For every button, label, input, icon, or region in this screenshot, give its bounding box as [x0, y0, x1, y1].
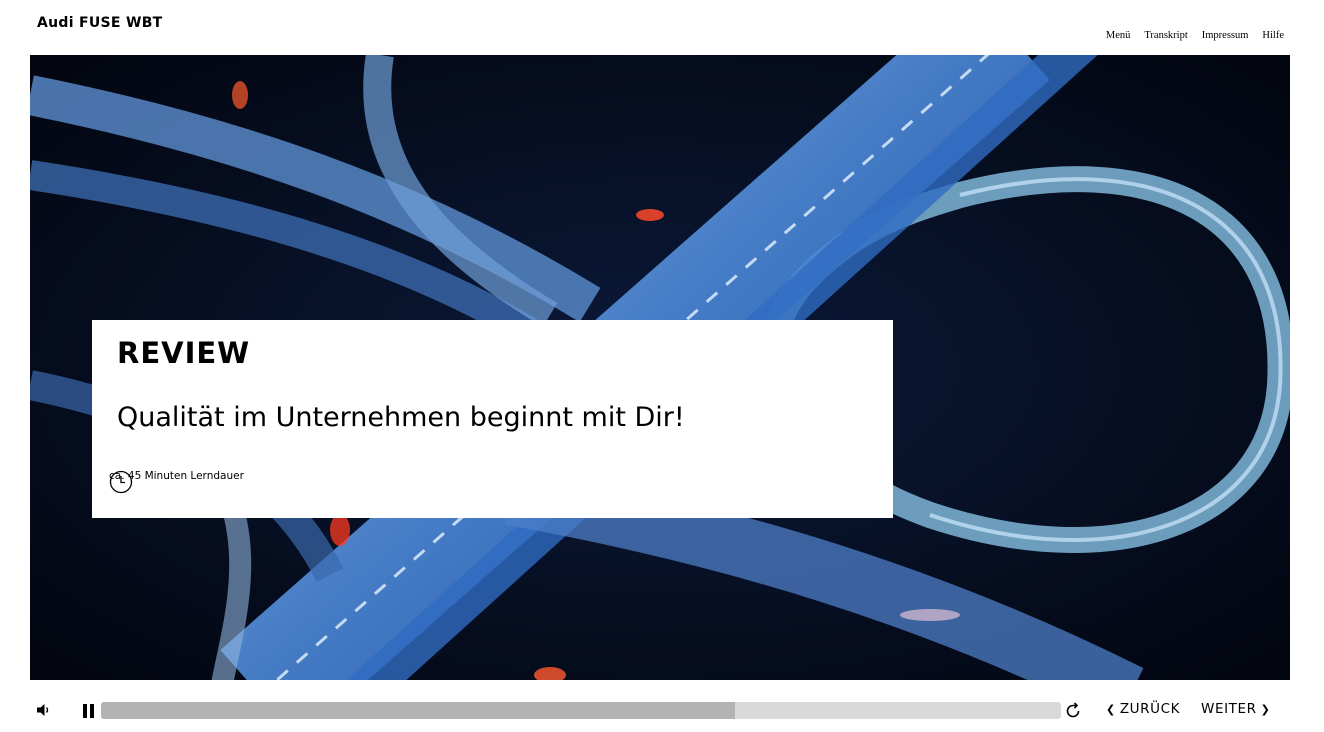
card-headline: Qualität im Unternehmen beginnt mit Dir! [117, 402, 685, 433]
pause-icon[interactable] [82, 703, 96, 719]
card-kicker: REVIEW [117, 336, 251, 370]
next-button[interactable]: WEITER ❯ [1201, 701, 1270, 717]
player-controls: ❮ ZURÜCK WEITER ❯ [0, 695, 1324, 725]
back-label: ZURÜCK [1119, 701, 1181, 717]
nav-menu-link[interactable]: Menü [1106, 30, 1131, 41]
clock-icon [109, 470, 133, 494]
nav-transcript-link[interactable]: Transkript [1144, 30, 1187, 41]
progress-bar[interactable] [101, 702, 1061, 719]
intro-card: REVIEW Qualität im Unternehmen beginnt m… [92, 320, 893, 518]
nav-imprint-link[interactable]: Impressum [1202, 30, 1249, 41]
hero-video: REVIEW Qualität im Unternehmen beginnt m… [30, 55, 1290, 680]
progress-fill [101, 702, 735, 719]
chevron-right-icon: ❯ [1260, 702, 1271, 716]
speaker-icon[interactable] [36, 702, 52, 718]
next-label: WEITER [1201, 701, 1257, 717]
replay-icon[interactable] [1064, 702, 1082, 720]
nav-help-link[interactable]: Hilfe [1262, 30, 1284, 41]
learning-duration: ca. 45 Minuten Lerndauer [109, 470, 244, 494]
top-navigation: Menü Transkript Impressum Hilfe [1106, 30, 1284, 41]
chevron-left-icon: ❮ [1106, 702, 1116, 716]
back-button[interactable]: ❮ ZURÜCK [1106, 701, 1180, 717]
app-title: Audi FUSE WBT [37, 15, 163, 31]
